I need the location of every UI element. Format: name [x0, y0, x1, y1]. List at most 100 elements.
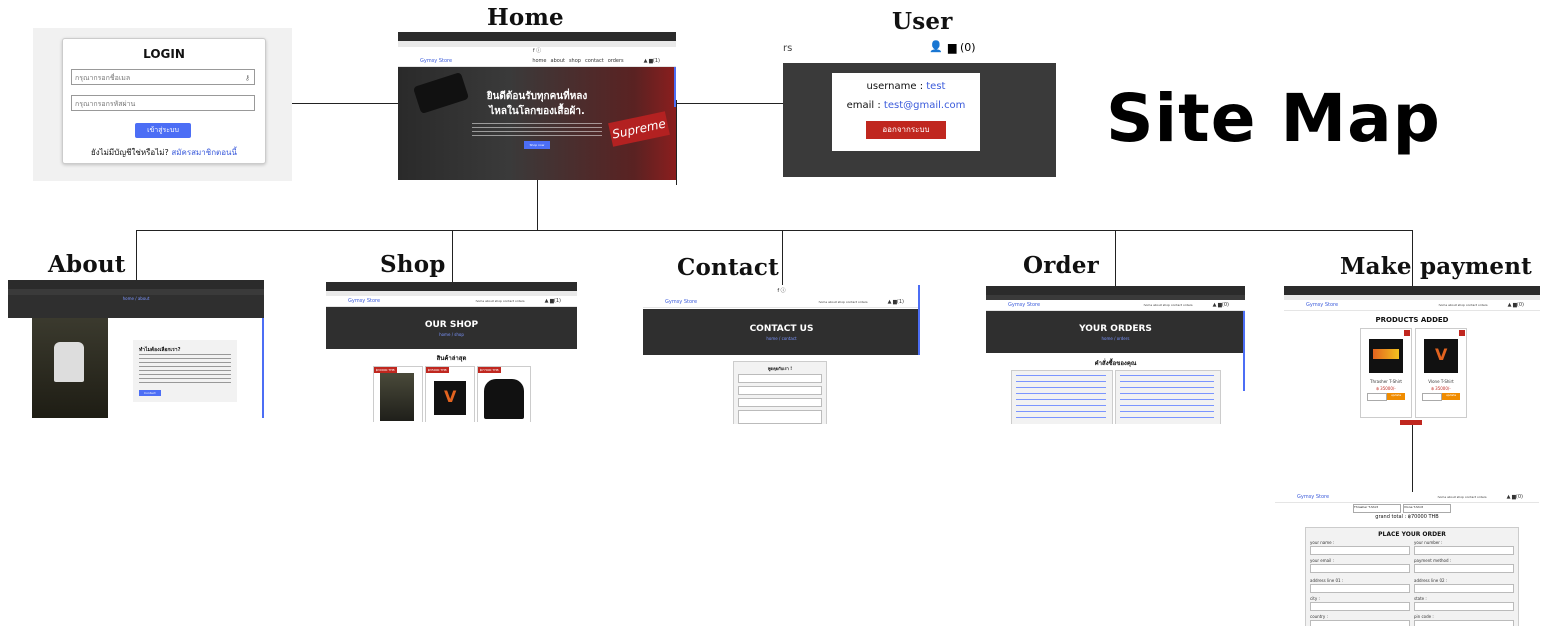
- contact-crumb: home / contact: [766, 335, 797, 341]
- label-country: country :: [1310, 614, 1328, 619]
- home-browser-bar: [398, 32, 676, 41]
- checkout-brand[interactable]: Gymsy Store: [1297, 494, 1329, 500]
- remove-item-1-button[interactable]: [1404, 330, 1410, 336]
- connector-contact: [782, 230, 783, 286]
- home-nav-links: home about shop contact orders: [532, 58, 623, 64]
- hero-shop-button[interactable]: Shop now: [523, 140, 551, 149]
- payment-brand[interactable]: Gymsy Store: [1306, 302, 1338, 308]
- item-1-name: Thrasher T-Shirt: [1370, 379, 1402, 384]
- address-2-input[interactable]: [1414, 584, 1514, 593]
- label-state: state :: [1414, 596, 1427, 601]
- payment-screenshot: Gymsy Store home about shop contact orde…: [1284, 286, 1540, 425]
- state-input[interactable]: [1414, 602, 1514, 611]
- connector-home-user: [676, 103, 783, 104]
- label-user: User: [892, 8, 953, 35]
- logout-button[interactable]: ออกจากระบบ: [866, 121, 946, 139]
- nav-shop[interactable]: shop: [569, 58, 581, 64]
- number-input[interactable]: [1414, 546, 1514, 555]
- country-input[interactable]: [1310, 620, 1410, 626]
- item-1-update[interactable]: update: [1387, 393, 1405, 400]
- payment-method-select[interactable]: [1414, 564, 1514, 573]
- login-screenshot: LOGIN กรุณากรอกชื่อเมล ⚷ กรุณากรอกรหัสผ่…: [33, 28, 292, 181]
- order-card-2-lines: [1120, 375, 1214, 423]
- user-cart[interactable]: ▆ (0): [948, 41, 976, 54]
- connector-login-home: [292, 103, 398, 104]
- shop-screenshot: Gymsy Store home about shop contact orde…: [326, 282, 577, 422]
- contact-message-input[interactable]: [738, 410, 822, 424]
- hero-supreme-sign: Supreme: [608, 111, 670, 147]
- order-card-1-lines: [1016, 375, 1106, 423]
- place-order-title: PLACE YOUR ORDER: [1378, 531, 1446, 538]
- order-brand[interactable]: Gymsy Store: [1008, 302, 1040, 308]
- nav-about[interactable]: about: [551, 58, 565, 64]
- password-placeholder: กรุณากรอกรหัสผ่าน: [75, 100, 136, 108]
- label-about: About: [48, 251, 126, 278]
- contact-brand[interactable]: Gymsy Store: [665, 299, 697, 305]
- product-card-1[interactable]: ฿30000 THB: [373, 366, 423, 422]
- order-screenshot: Gymsy Store home about shop contact orde…: [986, 286, 1245, 424]
- home-brand[interactable]: Gymsy Store: [420, 58, 452, 64]
- item-2-tshirt: V: [1424, 339, 1458, 373]
- contact-email-input[interactable]: [738, 386, 822, 395]
- name-input[interactable]: [1310, 546, 1410, 555]
- vlone-logo-2: V: [1435, 345, 1448, 364]
- connector-home-right-stem: [676, 100, 677, 185]
- home-screenshot: f ⓘ Gymsy Store home about shop contact …: [398, 32, 676, 180]
- checkout-button[interactable]: [1400, 420, 1422, 425]
- address-1-input[interactable]: [1310, 584, 1410, 593]
- contact-hero-title: CONTACT US: [749, 323, 814, 334]
- hero-shoe-image: [412, 71, 470, 115]
- user-profile-card: username : test email : test@gmail.com อ…: [832, 73, 980, 151]
- label-city: city :: [1310, 596, 1320, 601]
- order-scroll-accent: [1243, 311, 1245, 391]
- home-social-icons: f ⓘ: [532, 48, 542, 54]
- remove-item-2-button[interactable]: [1459, 330, 1465, 336]
- item-1-qty[interactable]: [1367, 393, 1387, 401]
- product-3-tag: ฿77000 THB: [478, 367, 501, 373]
- products-added-title: PRODUCTS ADDED: [1375, 316, 1449, 324]
- item-2-name: Vlone T-Shirt: [1428, 379, 1454, 384]
- hero-title-line-1: ยินดีต้อนรับทุกคนที่หลง: [486, 90, 588, 102]
- shop-browser-bar: [326, 282, 577, 291]
- order-section-title: คำสั่งซื้อของคุณ: [1094, 360, 1137, 367]
- item-2-update[interactable]: update: [1442, 393, 1460, 400]
- product-1-image: [380, 373, 414, 421]
- place-order-form: PLACE YOUR ORDER your name : your number…: [1305, 527, 1519, 626]
- product-card-2[interactable]: ฿35000 THB V: [425, 366, 475, 422]
- username-input[interactable]: กรุณากรอกชื่อเมล ⚷: [71, 69, 255, 85]
- contact-form: พูดคุยกับเรา !: [733, 361, 827, 424]
- connector-payment-checkout: [1412, 425, 1413, 492]
- register-link[interactable]: สมัครสมาชิกตอนนี้: [171, 148, 237, 157]
- email-input[interactable]: [1310, 564, 1410, 573]
- contact-number-input[interactable]: [738, 398, 822, 407]
- about-text-box: ทำไมต้องเลือกเรา? Contact: [133, 340, 237, 402]
- connector-about: [136, 230, 137, 282]
- key-icon: ⚷: [244, 74, 250, 82]
- nav-orders[interactable]: orders: [608, 58, 624, 64]
- city-input[interactable]: [1310, 602, 1410, 611]
- pin-code-input[interactable]: [1414, 620, 1514, 626]
- about-contact-button[interactable]: Contact: [139, 390, 161, 396]
- about-screenshot: home / about ทำไมต้องเลือกเรา? Contact: [8, 280, 264, 418]
- order-hero-title: YOUR ORDERS: [1079, 323, 1152, 334]
- product-2-tshirt: V: [434, 381, 466, 415]
- email-row: email : test@gmail.com: [846, 100, 966, 111]
- product-3-hoodie: [484, 379, 524, 419]
- item-2-qty[interactable]: [1422, 393, 1442, 401]
- shop-brand[interactable]: Gymsy Store: [348, 298, 380, 304]
- order-navbar: Gymsy Store home about shop contact orde…: [986, 300, 1245, 311]
- password-input[interactable]: กรุณากรอกรหัสผ่าน: [71, 95, 255, 111]
- shop-hero-title: OUR SHOP: [424, 319, 479, 330]
- contact-name-input[interactable]: [738, 374, 822, 383]
- product-card-3[interactable]: ฿77000 THB: [477, 366, 531, 422]
- nav-contact[interactable]: contact: [585, 58, 604, 64]
- about-paragraph: [139, 354, 231, 384]
- contact-navbar: Gymsy Store home about shop contact orde…: [643, 297, 920, 308]
- payment-navbar: Gymsy Store home about shop contact orde…: [1284, 300, 1540, 311]
- user-icon[interactable]: 👤: [929, 40, 943, 53]
- register-line: ยังไม่มีบัญชีใช่หรือไม่? สมัครสมาชิกตอนน…: [63, 146, 265, 159]
- home-cart[interactable]: ▲ ▆(1): [644, 58, 660, 64]
- login-button[interactable]: เข้าสู่ระบบ: [135, 123, 191, 138]
- order-crumb: home / orders: [1101, 335, 1130, 341]
- nav-home[interactable]: home: [532, 58, 546, 64]
